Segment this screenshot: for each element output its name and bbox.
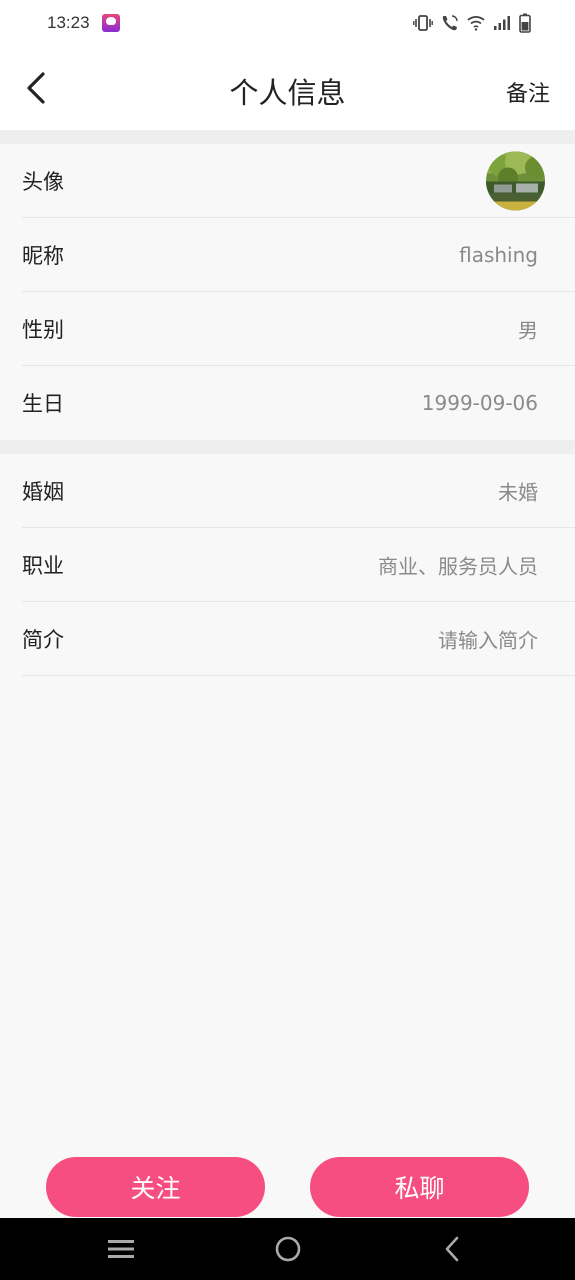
avatar-row[interactable]: 头像 bbox=[22, 144, 575, 218]
page-title: 个人信息 bbox=[229, 78, 346, 110]
wifi-call-icon bbox=[442, 15, 458, 31]
occupation-row[interactable]: 职业 商业、服务员人员 bbox=[22, 528, 575, 602]
avatar[interactable] bbox=[486, 151, 545, 210]
back-icon bbox=[445, 1236, 459, 1262]
nickname-row[interactable]: 昵称 flashing bbox=[22, 218, 575, 292]
section-divider bbox=[0, 130, 575, 144]
home-icon bbox=[275, 1236, 301, 1262]
follow-button[interactable]: 关注 bbox=[46, 1157, 265, 1217]
system-nav-bar bbox=[0, 1218, 575, 1280]
menu-icon bbox=[108, 1240, 134, 1258]
avatar-label: 头像 bbox=[22, 169, 64, 194]
gender-value: 男 bbox=[518, 318, 538, 342]
intro-label: 简介 bbox=[22, 627, 64, 652]
occupation-label: 职业 bbox=[22, 553, 64, 578]
intro-row[interactable]: 简介 请输入简介 bbox=[22, 602, 575, 676]
status-bar: 13:23 bbox=[0, 0, 575, 48]
birthday-row[interactable]: 生日 1999-09-06 bbox=[22, 366, 575, 440]
birthday-label: 生日 bbox=[22, 392, 64, 416]
header: 个人信息 备注 bbox=[0, 48, 575, 130]
battery-icon bbox=[519, 13, 531, 33]
gender-label: 性别 bbox=[22, 317, 64, 342]
intro-input[interactable]: 请输入简介 bbox=[438, 624, 538, 653]
wifi-icon bbox=[467, 16, 485, 31]
occupation-value: 商业、服务员人员 bbox=[378, 554, 538, 578]
private-chat-button[interactable]: 私聊 bbox=[310, 1157, 529, 1217]
nickname-value: flashing bbox=[459, 242, 538, 267]
status-time: 13:23 bbox=[47, 13, 90, 32]
system-back-button[interactable] bbox=[432, 1232, 472, 1266]
birthday-value: 1999-09-06 bbox=[421, 391, 538, 415]
signal-icon bbox=[494, 16, 510, 30]
remark-button[interactable]: 备注 bbox=[506, 76, 550, 108]
app-notification-icon bbox=[102, 14, 120, 32]
extra-info-section: 婚姻 未婚 职业 商业、服务员人员 简介 请输入简介 bbox=[0, 454, 575, 676]
vibrate-icon bbox=[413, 15, 433, 31]
nickname-label: 昵称 bbox=[22, 243, 64, 268]
basic-info-section: 头像 昵称 flashing 性别 男 生日 1999-09-06 bbox=[0, 144, 575, 440]
section-divider bbox=[0, 440, 575, 454]
status-icons bbox=[413, 13, 531, 33]
marital-label: 婚姻 bbox=[22, 479, 64, 504]
marital-row[interactable]: 婚姻 未婚 bbox=[22, 454, 575, 528]
app-root: 13:23 个人信息 备注 头像 昵称 flashing 性别 男 生日 199… bbox=[0, 0, 575, 1280]
marital-value: 未婚 bbox=[498, 480, 538, 504]
recent-apps-button[interactable] bbox=[101, 1232, 141, 1266]
avatar-image bbox=[486, 151, 545, 210]
home-button[interactable] bbox=[268, 1232, 308, 1266]
gender-row[interactable]: 性别 男 bbox=[22, 292, 575, 366]
